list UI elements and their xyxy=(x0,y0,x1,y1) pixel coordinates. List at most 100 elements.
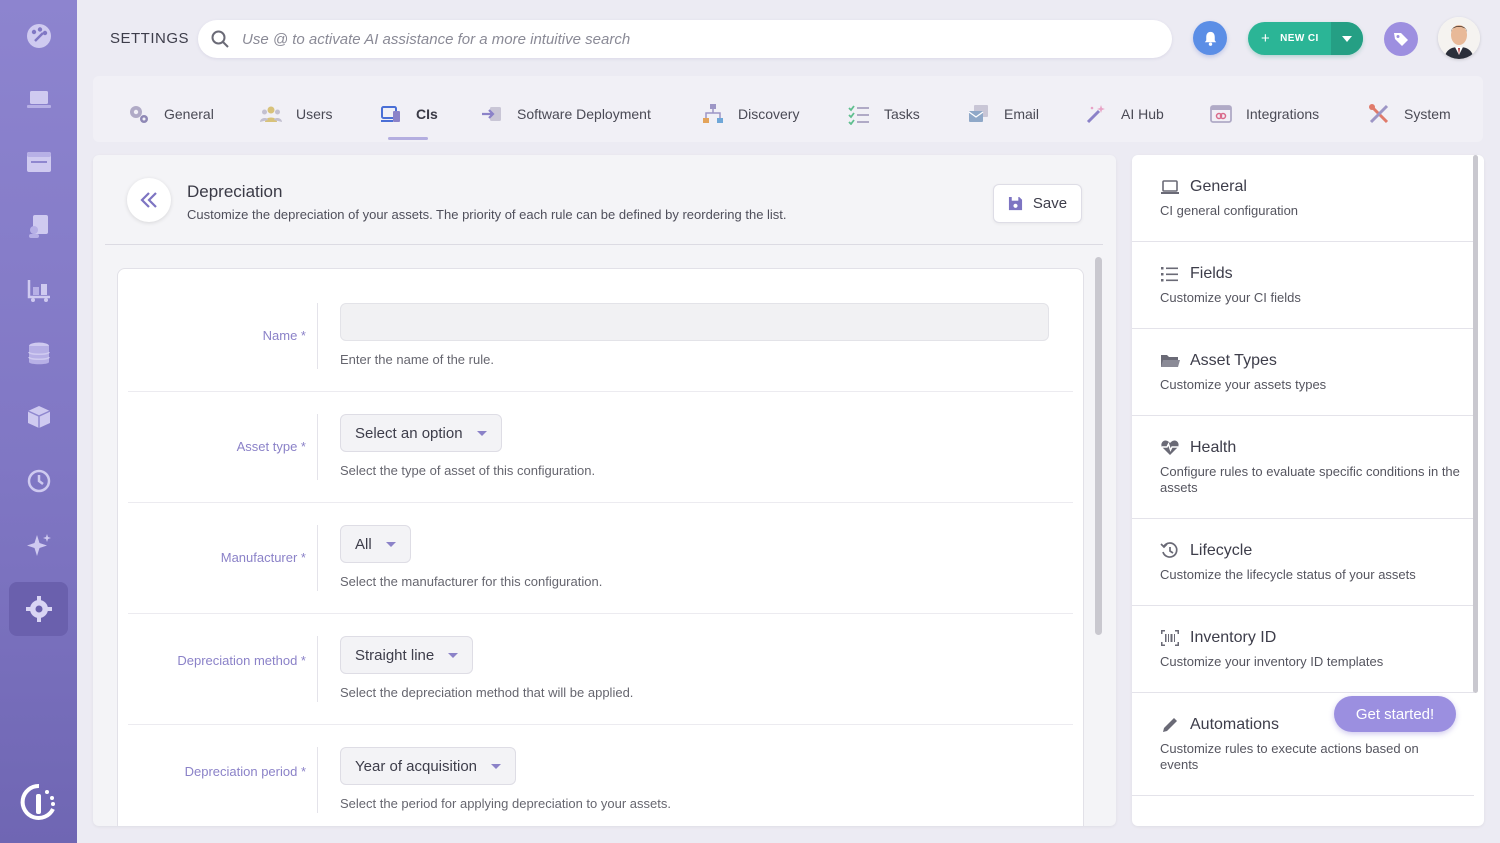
caret-down-icon xyxy=(491,763,502,769)
back-button[interactable] xyxy=(127,178,171,222)
asset-type-select[interactable]: Select an option xyxy=(340,414,502,452)
notifications-button[interactable] xyxy=(1193,21,1227,55)
menu-item-desc: Customize the lifecycle status of your a… xyxy=(1160,567,1416,582)
search-bar[interactable] xyxy=(198,20,1172,58)
menu-item-health[interactable]: Health Configure rules to evaluate speci… xyxy=(1132,416,1474,519)
menu-item-desc: Customize rules to execute actions based… xyxy=(1160,741,1419,772)
floppy-disk-icon xyxy=(1008,196,1022,211)
sparkle-icon xyxy=(26,534,51,556)
folder-icon xyxy=(1161,355,1180,367)
tab-discovery[interactable]: Discovery xyxy=(702,102,799,126)
documents-rail-button[interactable] xyxy=(9,199,68,253)
tab-software-deployment[interactable]: Software Deployment xyxy=(481,102,651,126)
active-tab-indicator xyxy=(388,137,428,140)
tasks-icon xyxy=(848,105,869,125)
tab-tasks[interactable]: Tasks xyxy=(848,102,920,126)
menu-item-general[interactable]: General CI general configuration xyxy=(1132,155,1474,242)
caret-down-icon xyxy=(385,541,396,547)
search-input[interactable] xyxy=(242,30,1142,48)
manufacturer-label: Manufacturer * xyxy=(220,550,306,565)
settings-tabs: General Users CIs Software Deployment Di… xyxy=(93,76,1483,142)
depreciation-method-select[interactable]: Straight line xyxy=(340,636,474,674)
search-icon xyxy=(211,30,229,48)
browser-rail-button[interactable] xyxy=(9,135,68,189)
cart-boxes-icon xyxy=(27,280,50,302)
devices-rail-button[interactable] xyxy=(9,72,68,126)
packages-rail-button[interactable] xyxy=(9,390,68,444)
magic-wand-icon xyxy=(1086,105,1105,124)
menu-item-head: Lifecycle xyxy=(1160,541,1252,561)
logo-icon xyxy=(20,783,55,820)
menu-item-asset-types[interactable]: Asset Types Customize your assets types xyxy=(1132,329,1474,416)
menu-item-head: General xyxy=(1160,177,1247,197)
brand-logo xyxy=(9,775,68,829)
deploy-icon xyxy=(482,107,501,121)
history-rail-button[interactable] xyxy=(9,454,68,508)
form-row-asset-type: Asset type * Select an option Select the… xyxy=(128,392,1073,503)
row-divider xyxy=(317,636,318,702)
manufacturer-hint: Select the manufacturer for this configu… xyxy=(340,574,603,589)
tab-general[interactable]: General xyxy=(128,102,214,126)
network-icon xyxy=(703,104,723,123)
caret-down-icon xyxy=(476,430,487,436)
user-portrait-icon xyxy=(1438,17,1480,59)
users-icon xyxy=(260,106,282,122)
pencil-icon xyxy=(1163,718,1177,732)
row-divider xyxy=(317,303,318,369)
tab-label: AI Hub xyxy=(1121,106,1164,122)
menu-item-inventory-id[interactable]: Inventory ID Customize your inventory ID… xyxy=(1132,606,1474,693)
save-button[interactable]: Save xyxy=(993,184,1082,223)
database-rail-button[interactable] xyxy=(9,327,68,381)
inventory-rail-button[interactable] xyxy=(9,263,68,317)
name-input[interactable] xyxy=(340,303,1049,341)
manufacturer-select[interactable]: All xyxy=(340,525,411,563)
menu-item-head: Automations xyxy=(1160,715,1279,735)
new-ci-button-group: + NEW CI xyxy=(1248,22,1363,55)
tab-email[interactable]: Email xyxy=(968,102,1039,126)
form-row-manufacturer: Manufacturer * All Select the manufactur… xyxy=(128,503,1073,614)
menu-item-desc: CI general configuration xyxy=(1160,203,1299,218)
menu-item-title: General xyxy=(1190,178,1247,195)
tab-integrations[interactable]: Integrations xyxy=(1210,102,1319,126)
tab-ai-hub[interactable]: AI Hub xyxy=(1085,102,1164,126)
manufacturer-value: All xyxy=(355,535,372,553)
laptop-icon xyxy=(1161,180,1179,194)
new-ci-dropdown-toggle[interactable] xyxy=(1331,22,1363,55)
form-scrollbar[interactable] xyxy=(1095,257,1102,635)
menu-scrollbar[interactable] xyxy=(1473,155,1478,693)
asset-type-hint: Select the type of asset of this configu… xyxy=(340,463,596,478)
window-icon xyxy=(26,152,51,172)
list-icon xyxy=(1161,267,1178,282)
double-chevron-left-icon xyxy=(140,192,157,208)
form-row-name: Name * Enter the name of the rule. xyxy=(128,281,1073,392)
menu-item-fields[interactable]: Fields Customize your CI fields xyxy=(1132,242,1474,329)
user-avatar[interactable] xyxy=(1438,17,1480,59)
menu-item-title: Health xyxy=(1190,439,1237,456)
tab-label: Discovery xyxy=(738,106,800,122)
tab-users[interactable]: Users xyxy=(260,102,333,126)
page-subtitle: Customize the depreciation of your asset… xyxy=(187,207,787,222)
palette-icon xyxy=(26,24,51,48)
tab-system[interactable]: System xyxy=(1368,102,1451,126)
depreciation-period-select[interactable]: Year of acquisition xyxy=(340,747,517,785)
dashboard-rail-button[interactable] xyxy=(9,9,68,63)
ai-rail-button[interactable] xyxy=(9,518,68,572)
menu-item-title: Lifecycle xyxy=(1190,542,1253,559)
email-icon xyxy=(968,105,988,122)
left-rail xyxy=(0,0,77,843)
page-section-title: SETTINGS xyxy=(110,30,190,47)
tags-button[interactable] xyxy=(1384,22,1418,56)
new-ci-button[interactable]: + NEW CI xyxy=(1248,22,1331,55)
menu-item-head: Fields xyxy=(1160,264,1233,284)
depreciation-period-label: Depreciation period * xyxy=(184,764,306,779)
tab-cis[interactable]: CIs xyxy=(380,102,438,126)
tab-label: Email xyxy=(1004,106,1040,122)
header-divider xyxy=(105,244,1103,245)
row-divider xyxy=(317,414,318,480)
depreciation-period-hint: Select the period for applying depreciat… xyxy=(340,796,671,811)
get-started-button[interactable]: Get started! xyxy=(1334,696,1456,732)
settings-rail-button[interactable] xyxy=(9,582,68,636)
depreciation-card: Depreciation Customize the depreciation … xyxy=(93,155,1116,826)
menu-item-lifecycle[interactable]: Lifecycle Customize the lifecycle status… xyxy=(1132,519,1474,606)
tab-label: Software Deployment xyxy=(517,106,651,122)
